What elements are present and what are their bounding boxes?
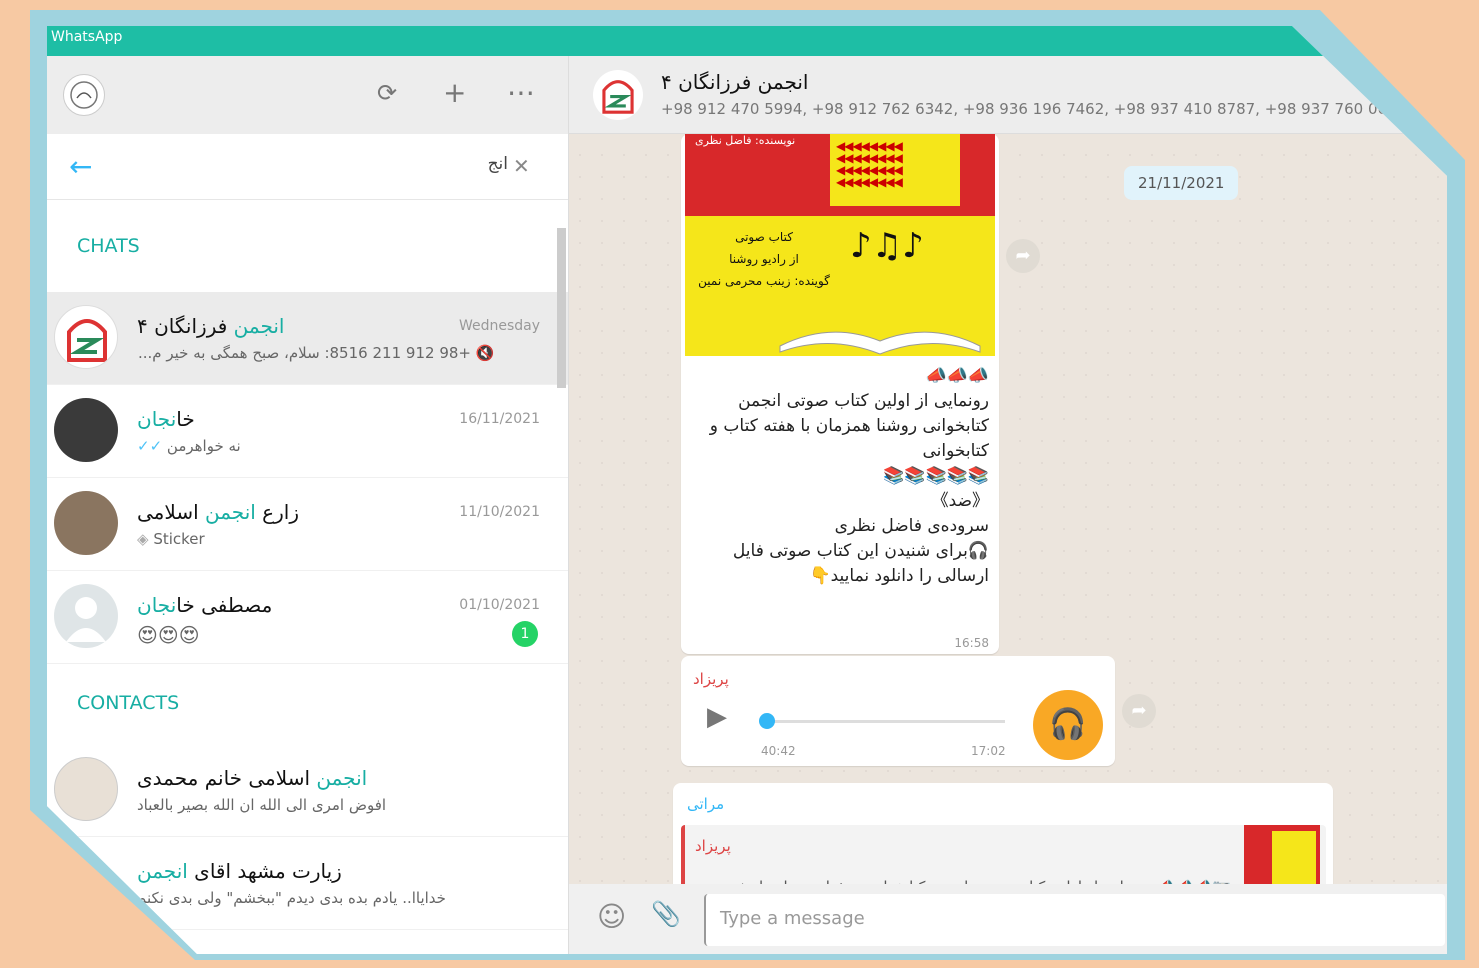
sticker-icon: ◈ <box>137 530 154 548</box>
muted-icon: 🔇 <box>471 344 495 362</box>
play-icon[interactable]: ▶ <box>707 702 727 732</box>
double-check-icon: ✓✓ <box>137 437 167 455</box>
audio-progress[interactable] <box>765 720 1005 723</box>
message-line: ارسالی را دانلود نمایید👇 <box>809 566 989 586</box>
chat-preview: ◈ Sticker <box>137 530 205 548</box>
contact-name: انجمن اسلامی خانم محمدی <box>137 766 368 790</box>
sender-name: مراتی <box>687 795 725 813</box>
message-line: 《ضد》 <box>931 491 989 511</box>
music-notes-icon: ♪♫♪ <box>850 226 924 266</box>
default-avatar-icon <box>54 584 118 648</box>
back-arrow-icon[interactable]: ← <box>69 150 92 183</box>
avatar <box>54 757 118 821</box>
chat-name: انجمن فرزانگان ۴ <box>137 314 285 338</box>
message-input[interactable]: Type a message <box>704 894 1445 946</box>
conversation-title: انجمن فرزانگان ۴ <box>661 70 809 94</box>
sidebar: ⟳ + ⋯ ← انج ✕ CHATS انجمن فرزانگان ۴ Wed… <box>47 56 569 954</box>
chat-preview: 🔇 +98 912 211 8516: سلام، صبح همگی به خی… <box>138 344 495 362</box>
message-line: کتابخوانی روشنا همزمان با هفته کتاب و <box>709 416 989 436</box>
emoji-icon[interactable]: ☺ <box>597 900 626 933</box>
poster-image: کتاب صوتی از رادیو روشنا گوینده: زینب مح… <box>685 216 995 356</box>
calligraphy-logo-icon <box>70 81 98 109</box>
chat-name: مصطفی خانجان <box>137 593 273 617</box>
chat-preview: ✓✓ نه خواهرمن <box>137 437 241 455</box>
chat-date: Wednesday <box>458 318 540 334</box>
conversation-pane: انجمن فرزانگان ۴ +98 912 470 5994, +98 9… <box>569 56 1447 954</box>
poster-author: نویسنده: فاضل نظری <box>695 134 796 147</box>
sidebar-header: ⟳ + ⋯ <box>47 56 568 134</box>
profile-avatar[interactable] <box>63 74 105 116</box>
contacts-section-label: CONTACTS <box>77 692 180 714</box>
poster-image-top: ◀◀◀◀◀◀◀◀ ◀◀◀◀◀◀◀◀ ◀◀◀◀◀◀◀◀ ◀◀◀◀◀◀◀◀ نویسنده… <box>685 134 995 216</box>
status-icon[interactable]: ⟳ <box>377 78 397 108</box>
contact-name: زیارت مشهد اقای انجمن <box>137 859 342 883</box>
chat-date: 16/11/2021 <box>459 411 540 427</box>
message-time: 16:58 <box>954 636 989 650</box>
forward-icon[interactable]: ➦ <box>1006 239 1040 273</box>
group-members: +98 912 470 5994, +98 912 762 6342, +98 … <box>661 100 1430 118</box>
chat-item[interactable]: انجمن فرزانگان ۴ Wednesday 🔇 +98 912 211… <box>47 292 568 385</box>
search-input[interactable]: انج <box>488 154 508 174</box>
new-chat-icon[interactable]: + <box>443 78 466 108</box>
message-line: 🎧برای شنیدن این کتاب صوتی فایل <box>732 541 989 561</box>
forward-icon[interactable]: ➦ <box>1122 694 1156 728</box>
poster-line: گوینده: زینب محرمی نمین <box>698 274 830 288</box>
message-text: 📣📣📣 رونمایی از اولین کتاب صوتی انجمن کتا… <box>689 364 989 589</box>
date-pill: 21/11/2021 <box>1124 166 1239 200</box>
unread-badge: 1 <box>512 621 538 647</box>
chat-date: 11/10/2021 <box>459 504 540 520</box>
group-avatar <box>54 305 118 369</box>
conversation-header[interactable]: انجمن فرزانگان ۴ +98 912 470 5994, +98 9… <box>569 56 1447 134</box>
contact-status: افوض امری الی الله ان الله بصیر بالعباد <box>137 796 387 814</box>
avatar <box>54 491 118 555</box>
contact-status: خدایاا.. یادم بده بدی دیدم "ببخشم" ولی ب… <box>137 889 446 907</box>
chat-date: 01/10/2021 <box>459 597 540 613</box>
menu-icon[interactable]: ⋯ <box>507 78 535 108</box>
message-line: 📣📣📣 <box>925 366 989 386</box>
audio-message[interactable]: پریزاد ▶ 40:42 17:02 🎧 <box>681 656 1115 766</box>
window-title: WhatsApp <box>47 26 1447 56</box>
chat-name: خانجان <box>137 407 195 431</box>
avatar <box>54 398 118 462</box>
message-line: کتابخوانی <box>922 441 989 461</box>
attach-icon[interactable]: 📎 <box>651 900 681 928</box>
chat-preview: 😍😍😍 <box>137 623 200 647</box>
search-bar: ← انج ✕ <box>47 134 568 200</box>
message-line: 📚📚📚📚📚 <box>883 466 989 486</box>
audio-scrubber[interactable] <box>759 713 775 729</box>
message-composer: ☺ 📎 Type a message <box>569 884 1447 954</box>
chat-name: زارع انجمن اسلامی <box>137 500 299 524</box>
chat-item[interactable]: خانجان 16/11/2021 ✓✓ نه خواهرمن <box>47 385 568 478</box>
message-line: رونمایی از اولین کتاب صوتی انجمن <box>738 391 989 411</box>
chat-item[interactable]: زارع انجمن اسلامی 11/10/2021 ◈ Sticker <box>47 478 568 571</box>
chats-section-label: CHATS <box>77 235 140 257</box>
open-book-icon <box>779 331 981 355</box>
poster-line: از رادیو روشنا <box>729 252 799 266</box>
quoted-sender: پریزاد <box>695 837 731 855</box>
message-bubble[interactable]: ◀◀◀◀◀◀◀◀ ◀◀◀◀◀◀◀◀ ◀◀◀◀◀◀◀◀ ◀◀◀◀◀◀◀◀ نویسنده… <box>681 134 999 654</box>
message-line: سروده‌ی فاضل نظری <box>834 516 989 536</box>
clear-search-icon[interactable]: ✕ <box>513 154 530 178</box>
message-time: 17:02 <box>971 744 1006 758</box>
association-logo-icon <box>602 80 634 114</box>
poster-line: کتاب صوتی <box>735 230 793 244</box>
whatsapp-window: WhatsApp ⟳ + ⋯ ← انج ✕ CHATS انجمن فرزان… <box>47 26 1447 954</box>
headphones-icon: 🎧 <box>1033 690 1103 760</box>
audio-duration: 40:42 <box>761 744 796 758</box>
sidebar-scrollbar[interactable] <box>557 228 566 388</box>
sender-name: پریزاد <box>693 670 729 688</box>
contact-item[interactable]: انجمن اسلامی خانم محمدی افوض امری الی ال… <box>47 744 568 837</box>
group-avatar <box>593 70 643 120</box>
chat-item[interactable]: مصطفی خانجان 01/10/2021 😍😍😍 1 <box>47 571 568 664</box>
association-logo-icon <box>67 319 107 362</box>
